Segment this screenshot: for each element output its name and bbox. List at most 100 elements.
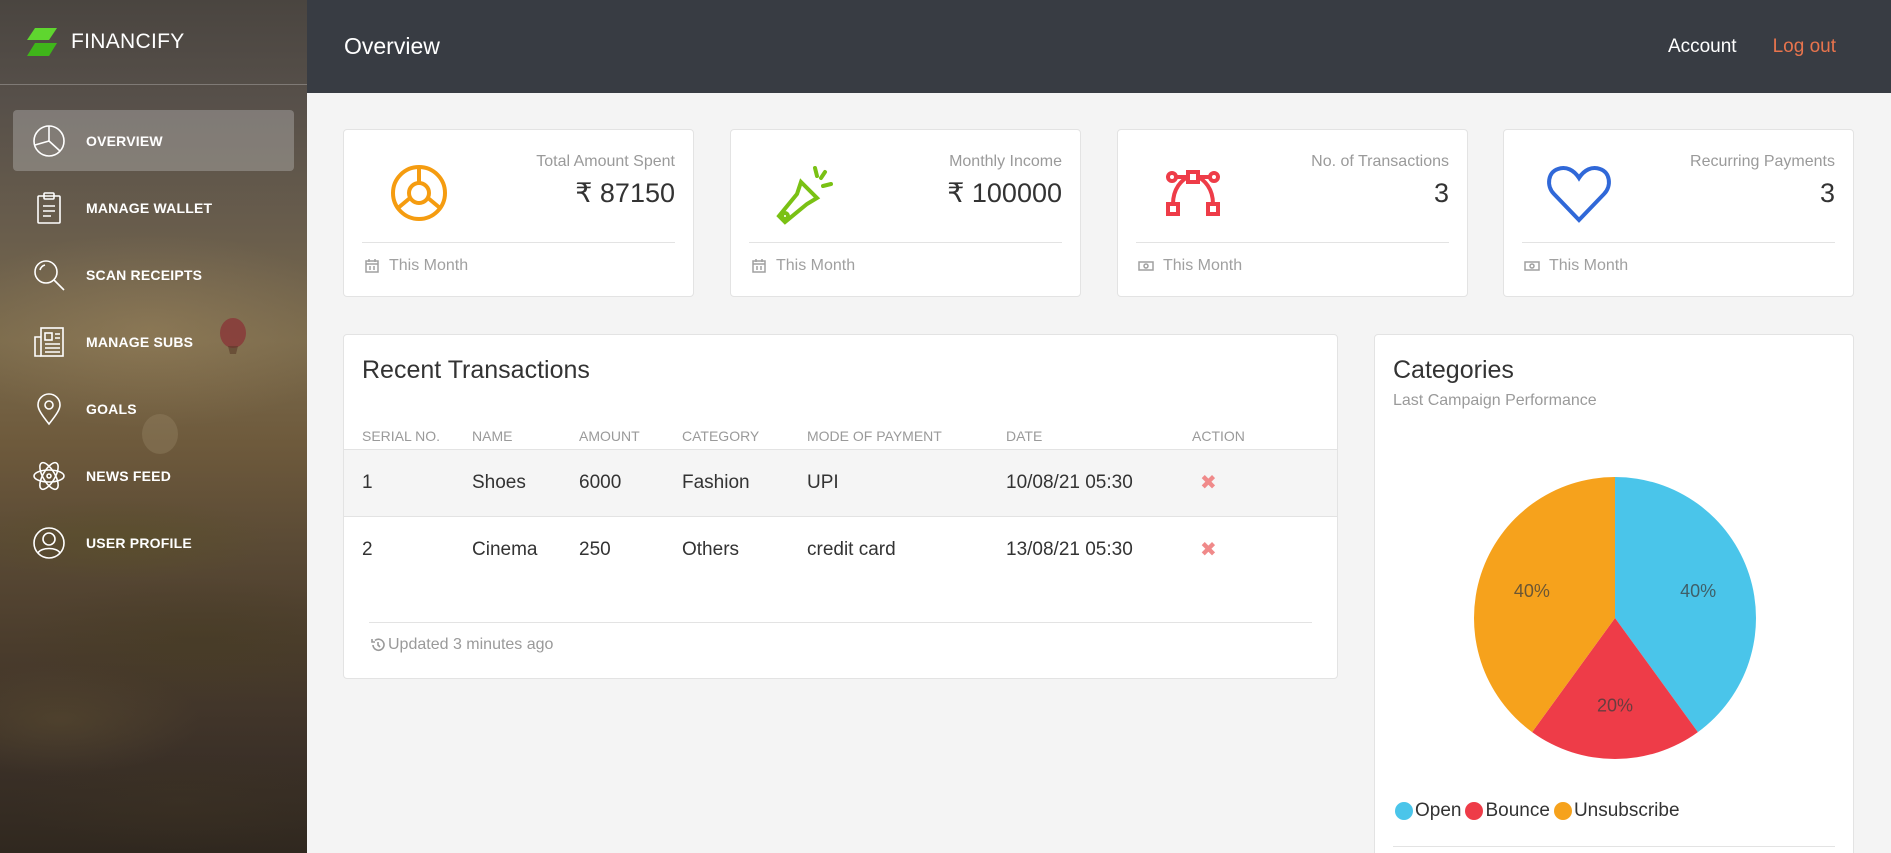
calendar-icon — [365, 259, 379, 273]
column-header: SERIAL NO. — [362, 427, 441, 444]
stat-category: Monthly Income — [949, 153, 1062, 170]
sidebar-item-overview[interactable]: OVERVIEW — [13, 110, 294, 171]
divider — [362, 242, 675, 243]
legend-dot — [1465, 802, 1484, 820]
delete-icon[interactable]: ✖ — [1192, 472, 1217, 494]
cell-amount: 250 — [579, 515, 682, 583]
divider — [1136, 242, 1449, 243]
sidebar-nav: OVERVIEW MANAGE WALLET SCAN RECEIPTS MAN… — [0, 110, 307, 573]
sidebar-item-manage-subs[interactable]: MANAGE SUBS — [13, 311, 294, 372]
balloon-decoration — [142, 414, 178, 454]
legend-label: Bounce — [1485, 800, 1550, 821]
heart-icon — [1544, 158, 1614, 228]
cell-date: 13/08/21 05:30 — [1006, 515, 1192, 583]
stat-card-transactions: No. of Transactions 3 This Month — [1117, 129, 1468, 297]
column-header: CATEGORY — [682, 427, 760, 444]
legend-item-unsubscribe: Unsubscribe — [1553, 800, 1680, 822]
cell-name: Shoes — [472, 448, 579, 516]
stat-value: ₹ 87150 — [575, 178, 675, 208]
cell-mode: credit card — [807, 515, 1006, 583]
cell-date: 10/08/21 05:30 — [1006, 448, 1192, 516]
map-pin-icon — [31, 391, 67, 427]
sidebar-item-label: MANAGE SUBS — [86, 333, 194, 350]
column-header: DATE — [1006, 427, 1043, 444]
calendar-icon — [752, 259, 766, 273]
pie-chart: 40% 20% 40% — [1474, 477, 1756, 759]
legend-label: Open — [1415, 800, 1462, 821]
account-link[interactable]: Account — [1668, 36, 1737, 58]
stat-value: ₹ 100000 — [947, 178, 1062, 208]
sidebar-item-label: USER PROFILE — [86, 534, 192, 551]
sidebar-item-label: NEWS FEED — [86, 467, 172, 484]
stat-footer: This Month — [1524, 257, 1628, 275]
categories-card: Categories Last Campaign Performance 40%… — [1374, 334, 1854, 853]
user-icon — [31, 525, 67, 561]
page-title: Overview — [344, 33, 440, 59]
sidebar-item-scan-receipts[interactable]: SCAN RECEIPTS — [13, 244, 294, 305]
stat-category: Recurring Payments — [1690, 153, 1835, 170]
stat-card-total-spent: Total Amount Spent ₹ 87150 This Month — [343, 129, 694, 297]
stat-card-recurring: Recurring Payments 3 This Month — [1503, 129, 1854, 297]
top-bar-actions: Account Log out — [1668, 36, 1836, 58]
atom-icon — [31, 458, 67, 494]
sidebar-item-user-profile[interactable]: USER PROFILE — [13, 512, 294, 573]
search-icon — [31, 257, 67, 293]
cell-category: Others — [682, 515, 807, 583]
divider — [1522, 242, 1835, 243]
stat-category: Total Amount Spent — [536, 153, 675, 170]
history-icon — [371, 638, 385, 651]
money-icon — [1524, 261, 1540, 271]
pie-chart-icon — [31, 123, 67, 159]
cell-name: Cinema — [472, 515, 579, 583]
sidebar-item-manage-wallet[interactable]: MANAGE WALLET — [13, 177, 294, 238]
stat-card-monthly-income: Monthly Income ₹ 100000 This Month — [730, 129, 1081, 297]
cell-mode: UPI — [807, 448, 1006, 516]
divider — [1393, 846, 1835, 847]
flashlight-icon — [771, 158, 841, 228]
cell-serial: 2 — [344, 515, 472, 583]
chart-legend: Open Bounce Unsubscribe — [1395, 800, 1684, 822]
cell-action: ✖ — [1192, 515, 1337, 583]
transactions-table: SERIAL NO. NAME AMOUNT CATEGORY MODE OF … — [344, 423, 1337, 583]
pie-label-bounce: 20% — [1597, 695, 1633, 715]
legend-dot — [1395, 802, 1413, 820]
cell-category: Fashion — [682, 448, 807, 516]
top-bar: Overview Account Log out — [307, 0, 1891, 93]
legend-item-open: Open — [1395, 800, 1461, 822]
legend-label: Unsubscribe — [1573, 800, 1680, 821]
column-header: ACTION — [1192, 427, 1245, 444]
stat-footer: This Month — [1138, 257, 1242, 275]
table-header-row: SERIAL NO. NAME AMOUNT CATEGORY MODE OF … — [344, 423, 1337, 449]
stat-footer-label: This Month — [776, 257, 856, 274]
pie-label-unsubscribe: 40% — [1514, 581, 1550, 601]
stat-category: No. of Transactions — [1311, 153, 1449, 170]
legend-item-bounce: Bounce — [1465, 800, 1550, 822]
updated-label: Updated 3 minutes ago — [388, 636, 554, 653]
sidebar-item-label: SCAN RECEIPTS — [86, 266, 203, 283]
logout-link[interactable]: Log out — [1773, 36, 1836, 58]
card-title: Categories — [1393, 356, 1514, 384]
sidebar-item-label: OVERVIEW — [86, 132, 163, 149]
legend-dot — [1553, 802, 1572, 820]
card-subtitle: Last Campaign Performance — [1393, 392, 1597, 409]
newspaper-icon — [31, 324, 67, 360]
stat-footer-label: This Month — [389, 257, 469, 274]
column-header: MODE OF PAYMENT — [807, 427, 942, 444]
stat-value: 3 — [1819, 178, 1835, 208]
money-icon — [1138, 261, 1154, 271]
delete-icon[interactable]: ✖ — [1192, 539, 1217, 561]
divider — [749, 242, 1062, 243]
cell-action: ✖ — [1192, 448, 1337, 516]
column-header: NAME — [472, 427, 513, 444]
stat-footer-label: This Month — [1163, 257, 1243, 274]
card-footer: Updated 3 minutes ago — [370, 636, 553, 654]
cell-serial: 1 — [344, 448, 472, 516]
cell-amount: 6000 — [579, 448, 682, 516]
stat-footer: This Month — [751, 257, 855, 275]
pie-label-open: 40% — [1680, 581, 1716, 601]
stat-value: 3 — [1433, 178, 1449, 208]
stat-footer: This Month — [364, 257, 468, 275]
brand[interactable]: FINANCIFY — [0, 0, 307, 85]
sidebar: FINANCIFY OVERVIEW MANAGE WALLET SCAN RE… — [0, 0, 307, 853]
stat-footer-label: This Month — [1549, 257, 1629, 274]
